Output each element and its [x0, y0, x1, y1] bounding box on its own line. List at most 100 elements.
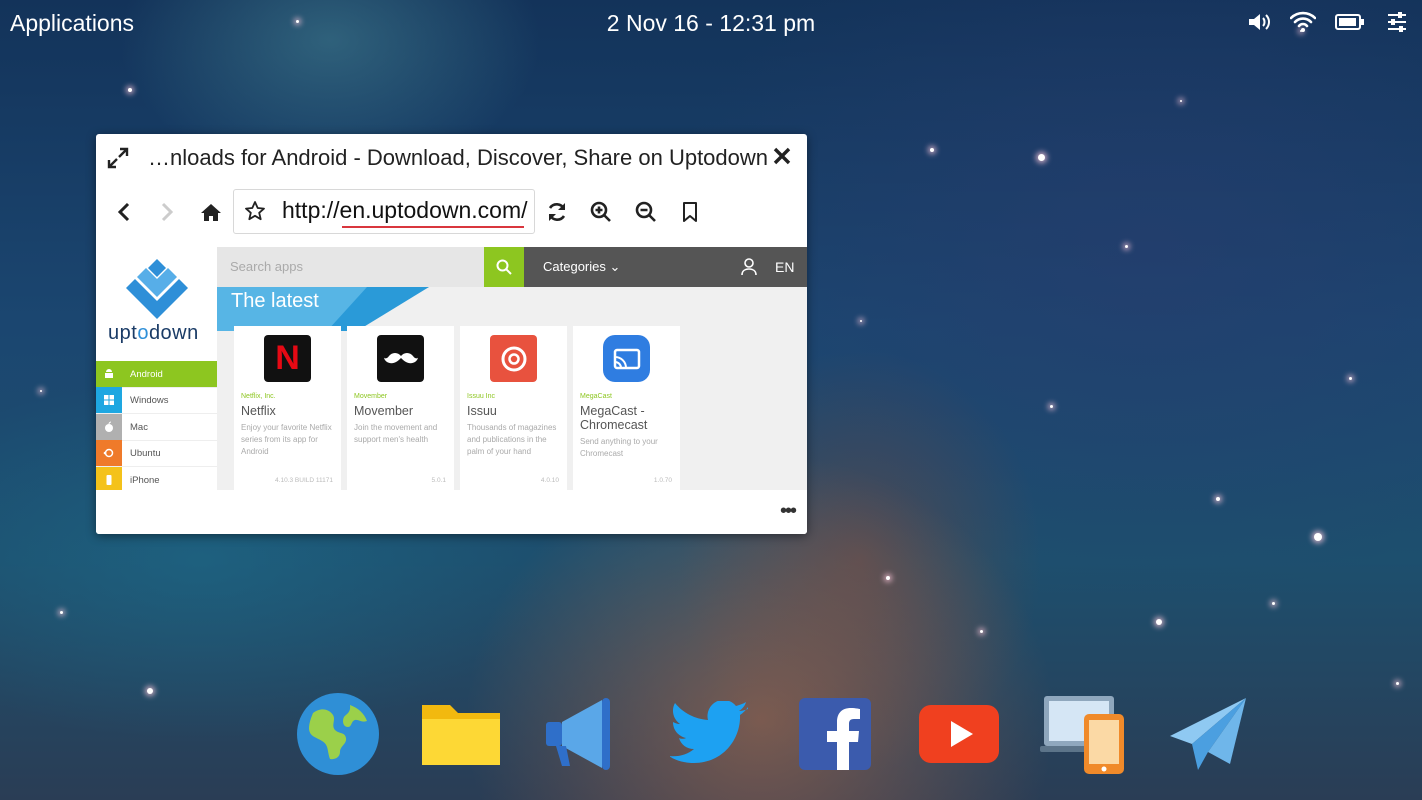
- site-header: Search apps Categories ⌄ EN: [217, 247, 807, 287]
- search-icon: [496, 259, 512, 275]
- twitter-icon[interactable]: [666, 690, 754, 778]
- site-search-input[interactable]: Search apps: [217, 247, 484, 287]
- star: [1038, 154, 1045, 161]
- latest-title: The latest: [231, 290, 319, 312]
- browser-window: …nloads for Android - Download, Discover…: [96, 134, 807, 534]
- maximize-icon[interactable]: [106, 146, 130, 170]
- app-card-issuu[interactable]: Issuu Inc Issuu Thousands of magazines a…: [460, 326, 567, 490]
- youtube-icon[interactable]: [915, 690, 1003, 778]
- language-selector[interactable]: EN: [775, 259, 794, 275]
- platform-label: iPhone: [130, 474, 160, 486]
- app-developer: Issuu Inc: [467, 393, 496, 400]
- star: [1180, 100, 1182, 102]
- app-description: Enjoy your favorite Netflix series from …: [241, 423, 332, 456]
- more-options-button[interactable]: •••: [780, 501, 797, 521]
- user-icon[interactable]: [741, 258, 757, 276]
- star: [60, 611, 63, 614]
- zoom-in-icon[interactable]: [585, 196, 617, 228]
- refresh-icon[interactable]: [541, 196, 573, 228]
- app-name: Netflix: [241, 404, 276, 418]
- paper-plane-icon[interactable]: [1164, 690, 1252, 778]
- iphone-icon: [96, 467, 122, 490]
- battery-icon[interactable]: [1334, 10, 1366, 34]
- platform-iphone[interactable]: iPhone: [96, 467, 217, 490]
- star: [1396, 682, 1399, 685]
- window-title: …nloads for Android - Download, Discover…: [148, 145, 769, 170]
- app-version: 1.0.70: [653, 477, 672, 484]
- volume-icon[interactable]: [1246, 10, 1272, 34]
- issuu-icon: [490, 335, 537, 382]
- platform-label: Mac: [130, 421, 148, 433]
- forward-icon[interactable]: [151, 196, 183, 228]
- star: [860, 320, 862, 322]
- uptodown-logo-icon: [124, 259, 190, 324]
- platform-label: Ubuntu: [130, 447, 161, 459]
- browser-toolbar: http://en.uptodown.com/: [96, 184, 807, 240]
- bookmark-star-icon[interactable]: [244, 200, 266, 222]
- netflix-icon: N: [264, 335, 311, 382]
- webpage-viewport: uptodown Android Windows Mac Ubuntu iPho…: [96, 247, 807, 490]
- search-placeholder: Search apps: [230, 259, 303, 274]
- back-icon[interactable]: [108, 196, 140, 228]
- devices-icon[interactable]: [1040, 690, 1128, 778]
- movember-mustache-icon: [377, 335, 424, 382]
- app-card-movember[interactable]: Movember Movember Join the movement and …: [347, 326, 454, 490]
- platform-ubuntu[interactable]: Ubuntu: [96, 440, 217, 467]
- star: [980, 630, 983, 633]
- app-description: Thousands of magazines and publications …: [467, 423, 557, 456]
- app-version: 4.10.3 BUILD 11171: [275, 477, 333, 484]
- zoom-out-icon[interactable]: [630, 196, 662, 228]
- megaphone-icon[interactable]: [541, 690, 629, 778]
- star: [1272, 602, 1275, 605]
- site-sidebar: uptodown Android Windows Mac Ubuntu iPho…: [96, 247, 217, 490]
- categories-label: Categories: [543, 259, 606, 274]
- url-text[interactable]: http://en.uptodown.com/: [282, 197, 528, 224]
- app-version: 4.0.10: [540, 477, 559, 484]
- system-tray: [1246, 10, 1410, 34]
- clock: 2 Nov 16 - 12:31 pm: [606, 10, 816, 36]
- app-card-megacast[interactable]: MegaCast MegaCast - Chromecast Send anyt…: [573, 326, 680, 490]
- wifi-icon[interactable]: [1290, 10, 1316, 34]
- star: [1050, 405, 1053, 408]
- facebook-icon[interactable]: [791, 690, 879, 778]
- app-developer: MegaCast: [580, 393, 612, 400]
- star: [1156, 619, 1162, 625]
- latest-banner: The latest: [217, 287, 807, 331]
- close-icon[interactable]: [771, 145, 795, 169]
- platform-label: Android: [130, 368, 163, 380]
- platform-windows[interactable]: Windows: [96, 387, 217, 414]
- chevron-down-icon: ⌄: [609, 259, 621, 274]
- app-description: Join the movement and support men's heal…: [354, 423, 438, 444]
- star: [1314, 533, 1322, 541]
- settings-sliders-icon[interactable]: [1384, 10, 1410, 34]
- app-developer: Netflix, Inc.: [241, 393, 276, 400]
- home-icon[interactable]: [195, 196, 227, 228]
- star: [1125, 245, 1128, 248]
- globe-icon[interactable]: [294, 690, 382, 778]
- app-developer: Movember: [354, 393, 388, 400]
- folder-icon[interactable]: [417, 690, 505, 778]
- uptodown-logo-text: uptodown: [108, 322, 199, 344]
- apple-icon: [96, 414, 122, 440]
- window-titlebar[interactable]: …nloads for Android - Download, Discover…: [96, 134, 807, 180]
- android-icon: [96, 361, 122, 387]
- site-search-button[interactable]: [484, 247, 524, 287]
- app-name: Movember: [354, 404, 414, 418]
- star: [40, 390, 42, 392]
- app-description: Send anything to your Chromecast: [580, 437, 658, 458]
- platform-android[interactable]: Android: [96, 361, 217, 388]
- categories-dropdown[interactable]: Categories ⌄: [543, 259, 620, 275]
- star: [886, 576, 890, 580]
- spellcheck-underline: [342, 226, 524, 228]
- platform-label: Windows: [130, 394, 169, 406]
- applications-menu-button[interactable]: Applications: [10, 10, 134, 37]
- star: [930, 148, 934, 152]
- platform-mac[interactable]: Mac: [96, 414, 217, 441]
- app-card-netflix[interactable]: N Netflix, Inc. Netflix Enjoy your favor…: [234, 326, 341, 490]
- megacast-icon: [603, 335, 650, 382]
- windows-icon: [96, 387, 122, 413]
- top-panel: Applications 2 Nov 16 - 12:31 pm: [0, 0, 1422, 46]
- url-bar[interactable]: http://en.uptodown.com/: [233, 189, 535, 234]
- star: [147, 688, 153, 694]
- bookmark-icon[interactable]: [674, 196, 706, 228]
